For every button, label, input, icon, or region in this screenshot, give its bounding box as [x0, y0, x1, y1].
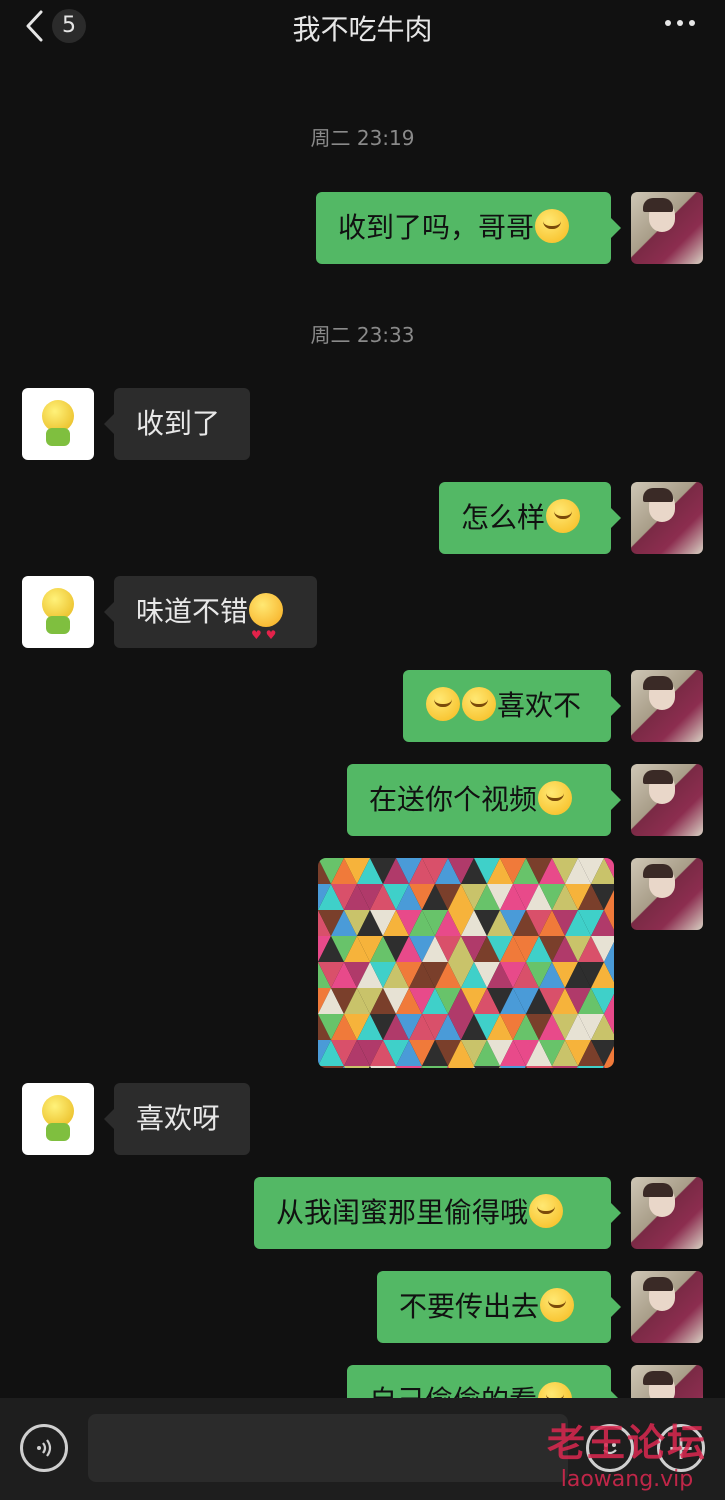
timestamp: 周二 23:19: [310, 126, 415, 150]
message-text: 怎么样: [461, 501, 546, 534]
message-text: 在送你个视频: [369, 783, 538, 816]
cartoon-body: [46, 616, 70, 634]
plus-button[interactable]: +: [657, 1424, 705, 1472]
my-avatar[interactable]: [631, 1177, 703, 1249]
voice-icon: [37, 1439, 52, 1457]
contact-avatar[interactable]: [22, 388, 94, 460]
more-options-button[interactable]: [665, 20, 695, 26]
cartoon-body: [46, 1123, 70, 1141]
message-text: 味道不错: [136, 595, 249, 628]
my-avatar[interactable]: [631, 764, 703, 836]
dot-icon: [689, 20, 695, 26]
cartoon-body: [46, 428, 70, 446]
grin-emoji-icon: [529, 1194, 564, 1228]
mosaic-image[interactable]: [318, 858, 614, 1068]
thinking-emoji-icon: [540, 1288, 575, 1322]
message-bubble-received[interactable]: 收到了: [104, 388, 250, 460]
thinking-emoji-icon: [462, 687, 496, 721]
my-avatar[interactable]: [631, 192, 703, 264]
voice-button[interactable]: [20, 1424, 68, 1472]
dot-icon: [665, 20, 671, 26]
contact-avatar[interactable]: [22, 1083, 94, 1155]
message-bubble-sent[interactable]: 喜欢不: [403, 670, 621, 742]
message-text: 喜欢不: [497, 689, 582, 722]
message-input[interactable]: [88, 1414, 568, 1482]
chat-input-bar: +: [0, 1398, 725, 1500]
my-avatar[interactable]: [631, 670, 703, 742]
my-avatar[interactable]: [631, 858, 703, 930]
thinking-emoji-icon: [538, 781, 573, 815]
heart-eyes-emoji-icon: [249, 593, 284, 671]
message-bubble-sent[interactable]: 怎么样: [439, 482, 621, 554]
chat-header: 5 我不吃牛肉: [0, 0, 725, 56]
my-avatar[interactable]: [631, 1271, 703, 1343]
my-avatar[interactable]: [631, 482, 703, 554]
message-text: 收到了: [136, 407, 221, 440]
message-bubble-sent[interactable]: 不要传出去: [377, 1271, 621, 1343]
message-text: 从我闺蜜那里偷得哦: [276, 1196, 529, 1229]
message-bubble-sent[interactable]: 从我闺蜜那里偷得哦: [254, 1177, 621, 1249]
dot-icon: [677, 20, 683, 26]
contact-avatar[interactable]: [22, 576, 94, 648]
smile-emoji-icon: [535, 209, 570, 243]
thinking-emoji-icon: [426, 687, 460, 721]
emoji-icon: [603, 1443, 617, 1455]
message-text: 不要传出去: [399, 1290, 540, 1323]
plus-icon: +: [666, 1428, 696, 1468]
chat-title: 我不吃牛肉: [292, 13, 433, 46]
emoji-button[interactable]: [586, 1424, 634, 1472]
message-bubble-sent[interactable]: 收到了吗，哥哥: [316, 192, 621, 264]
message-bubble-received[interactable]: 味道不错: [104, 576, 317, 671]
message-bubble-sent[interactable]: 在送你个视频: [347, 764, 621, 836]
message-text: 喜欢呀: [136, 1102, 221, 1135]
message-text: 收到了吗，哥哥: [338, 211, 535, 244]
message-bubble-received[interactable]: 喜欢呀: [104, 1083, 250, 1155]
smile-emoji-icon: [546, 499, 581, 533]
timestamp: 周二 23:33: [310, 323, 415, 347]
